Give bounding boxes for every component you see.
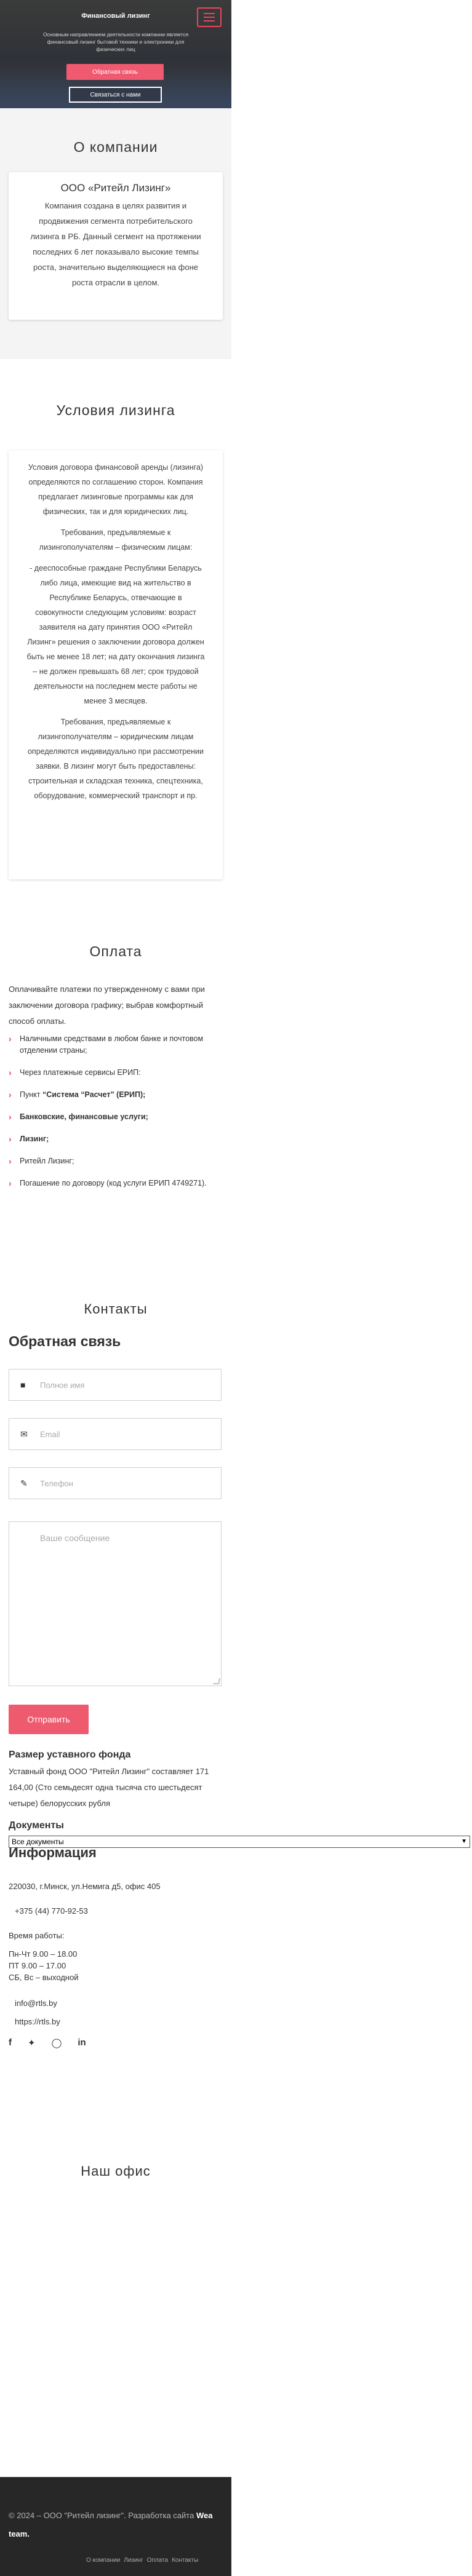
site-link[interactable]: https://rtls.by xyxy=(15,2014,228,2030)
name-field[interactable]: ■ Полное имя xyxy=(9,1369,222,1401)
terms-paragraph: Требования, предъявляемые к лизингополуч… xyxy=(39,528,193,552)
chevron-right-icon: › xyxy=(9,1156,12,1166)
hours-fri: ПТ 9.00 – 17.00 xyxy=(9,1961,66,1970)
phone-field[interactable]: ✎ Телефон xyxy=(9,1467,222,1499)
list-item-text: Наличными средствами в любом банке и поч… xyxy=(20,1034,204,1055)
social-links: f ✦ ◯ in xyxy=(9,2037,86,2048)
about-text: Компания создана в целях развития и прод… xyxy=(30,201,201,287)
list-item-text: Ритейл Лизинг; xyxy=(20,1157,74,1165)
feedback-button[interactable]: Обратная связь xyxy=(66,64,164,80)
menu-icon xyxy=(204,13,215,14)
feedback-heading: Обратная связь xyxy=(9,1333,121,1349)
footer-nav-payment[interactable]: Оплата xyxy=(147,2557,168,2564)
twitter-icon[interactable]: ✦ xyxy=(28,2037,36,2048)
phone-link[interactable]: +375 (44) 770-92-53 xyxy=(15,1903,228,1919)
list-item: › Банковские, финансовые услуги; xyxy=(9,1111,222,1123)
chevron-right-icon: › xyxy=(9,1034,12,1044)
hours-label: Время работы: xyxy=(9,1931,65,1940)
documents-heading: Документы xyxy=(9,1820,64,1831)
chevron-right-icon: › xyxy=(9,1068,12,1077)
terms-card: Условия договора финансовой аренды (лизи… xyxy=(9,450,223,879)
list-item-bold: Лизинг; xyxy=(20,1135,49,1143)
office-heading: Наш офис xyxy=(81,2163,151,2179)
payment-heading: Оплата xyxy=(89,943,142,959)
menu-button[interactable] xyxy=(197,7,222,27)
envelope-icon: ✉ xyxy=(20,1429,28,1439)
list-item: › Наличными средствами в любом банке и по… xyxy=(9,1033,222,1056)
contacts-heading: Контакты xyxy=(84,1301,148,1317)
terms-paragraph: - дееспособные граждане Республики Белар… xyxy=(26,564,205,705)
payment-intro: Оплачивайте платежи по утвержденному с в… xyxy=(9,985,205,1026)
chevron-right-icon: › xyxy=(9,1134,12,1144)
email-link[interactable]: info@rtls.by xyxy=(15,1995,228,2011)
hero-section: Финансовый лизинг Основным направлением … xyxy=(0,0,231,108)
list-item: › Пункт “Система “Расчет” (ЕРИП); xyxy=(9,1089,222,1101)
fund-text: Уставный фонд ООО "Ритейл Лизинг" состав… xyxy=(9,1767,209,1808)
chevron-right-icon: › xyxy=(9,1090,12,1100)
list-item-text: Пункт xyxy=(20,1090,42,1099)
facebook-icon[interactable]: f xyxy=(9,2037,12,2048)
phone-placeholder: Телефон xyxy=(40,1479,73,1488)
fund-heading: Размер уставного фонда xyxy=(9,1750,131,1760)
list-item: › Погашение по договору (код услуги ЕРИП … xyxy=(9,1178,222,1189)
footer-copyright: © 2024 – ООО "Ритейл лизинг". Разработка… xyxy=(9,2507,222,2543)
footer-nav-contacts[interactable]: Контакты xyxy=(172,2557,198,2564)
terms-paragraph: Требования, предъявляемые к лизингополуч… xyxy=(27,718,204,800)
hours-mon-thu: Пн-Чт 9.00 – 18.00 xyxy=(9,1949,78,1959)
copyright-text: © 2024 – ООО "Ритейл лизинг". Разработка… xyxy=(9,2511,194,2520)
list-item: › Ритейл Лизинг; xyxy=(9,1155,222,1167)
hours-weekend: СБ, Вс – выходной xyxy=(9,1973,79,1982)
user-icon: ■ xyxy=(20,1380,26,1390)
footer-nav-about[interactable]: О компании xyxy=(86,2557,120,2564)
hero-subtitle: Основным направлением деятельности компа… xyxy=(42,31,189,52)
list-item-text: Через платежные сервисы ЕРИП: xyxy=(20,1068,141,1077)
list-item-bold: Банковские, финансовые услуги; xyxy=(20,1112,148,1121)
contact-us-button[interactable]: Связаться с нами xyxy=(69,87,162,103)
footer: © 2024 – ООО "Ритейл лизинг". Разработка… xyxy=(0,2477,231,2576)
payment-list: › Наличными средствами в любом банке и по… xyxy=(9,1033,222,1200)
list-item-bold: “Система “Расчет” (ЕРИП); xyxy=(42,1090,146,1099)
email-placeholder: Email xyxy=(40,1430,60,1439)
info-heading: Информация xyxy=(9,1845,97,1860)
menu-icon-bar xyxy=(204,17,215,18)
linkedin-icon[interactable]: in xyxy=(78,2037,86,2048)
menu-icon-bar xyxy=(204,20,215,22)
send-button[interactable]: Отправить xyxy=(9,1705,89,1734)
email-field[interactable]: ✉ Email xyxy=(9,1418,222,1450)
company-name: ООО «Ритейл Лизинг» xyxy=(60,182,171,194)
list-item-text: Погашение по договору (код услуги ЕРИП 4… xyxy=(20,1179,207,1187)
list-item: › Лизинг; xyxy=(9,1133,222,1145)
instagram-icon[interactable]: ◯ xyxy=(52,2037,62,2048)
chevron-down-icon: ▼ xyxy=(461,1838,467,1845)
name-placeholder: Полное имя xyxy=(40,1381,85,1390)
terms-paragraph: Условия договора финансовой аренды (лизи… xyxy=(28,463,204,516)
about-card: ООО «Ритейл Лизинг» Компания создана в ц… xyxy=(9,172,223,320)
resize-handle[interactable] xyxy=(213,1678,220,1684)
footer-nav-leasing[interactable]: Лизинг xyxy=(124,2557,143,2564)
terms-heading: Условия лизинга xyxy=(56,402,175,418)
list-item: › Через платежные сервисы ЕРИП: xyxy=(9,1067,222,1079)
chevron-right-icon: › xyxy=(9,1178,12,1188)
edit-icon: ✎ xyxy=(20,1478,28,1488)
address: 220030, г.Минск, ул.Немига д5, офис 405 xyxy=(9,1882,161,1891)
about-heading: О компании xyxy=(73,139,158,155)
chevron-right-icon: › xyxy=(9,1112,12,1122)
message-field[interactable]: Ваше сообщение xyxy=(9,1521,222,1686)
footer-nav: О компании Лизинг Оплата Контакты xyxy=(86,2557,198,2564)
message-placeholder: Ваше сообщение xyxy=(40,1533,110,1543)
